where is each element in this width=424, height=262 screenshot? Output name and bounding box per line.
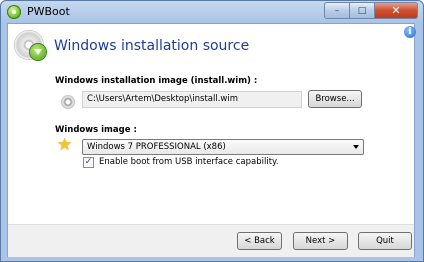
- quit-button[interactable]: Quit: [358, 232, 412, 250]
- caption-buttons: – □ ✕: [324, 2, 418, 19]
- maximize-button[interactable]: □: [350, 2, 375, 19]
- browse-button[interactable]: Browse...: [308, 90, 362, 108]
- install-image-label: Windows installation image (install.wim)…: [55, 76, 258, 86]
- install-image-path-field[interactable]: C:\Users\Artem\Desktop\install.wim: [82, 91, 302, 108]
- usb-boot-checkbox-label[interactable]: Enable boot from USB interface capabilit…: [99, 157, 279, 167]
- window-title: PWBoot: [27, 5, 70, 18]
- page-title: Windows installation source: [54, 38, 250, 54]
- star-icon: ★: [57, 135, 73, 155]
- next-button[interactable]: Next >: [293, 232, 348, 250]
- wizard-client-area: Windows installation source i Windows in…: [7, 23, 416, 257]
- chevron-down-icon[interactable]: [353, 145, 359, 149]
- download-arrow-icon: [30, 44, 46, 60]
- windows-image-select[interactable]: Windows 7 PROFESSIONAL (x86): [82, 139, 364, 155]
- windows-image-selected: Windows 7 PROFESSIONAL (x86): [87, 142, 226, 152]
- disk-icon: [61, 95, 75, 109]
- minimize-button[interactable]: –: [324, 2, 350, 19]
- pwboot-icon: [7, 5, 21, 19]
- info-icon[interactable]: i: [404, 26, 416, 38]
- wizard-footer: < Back Next > Quit: [8, 224, 414, 257]
- windows-image-label: Windows image :: [55, 125, 137, 135]
- usb-boot-checkbox[interactable]: ✓: [83, 157, 94, 168]
- app-window: PWBoot – □ ✕ Windows installation source…: [0, 0, 424, 262]
- back-button[interactable]: < Back: [237, 232, 282, 250]
- title-bar[interactable]: PWBoot – □ ✕: [1, 1, 423, 23]
- close-button[interactable]: ✕: [375, 2, 418, 19]
